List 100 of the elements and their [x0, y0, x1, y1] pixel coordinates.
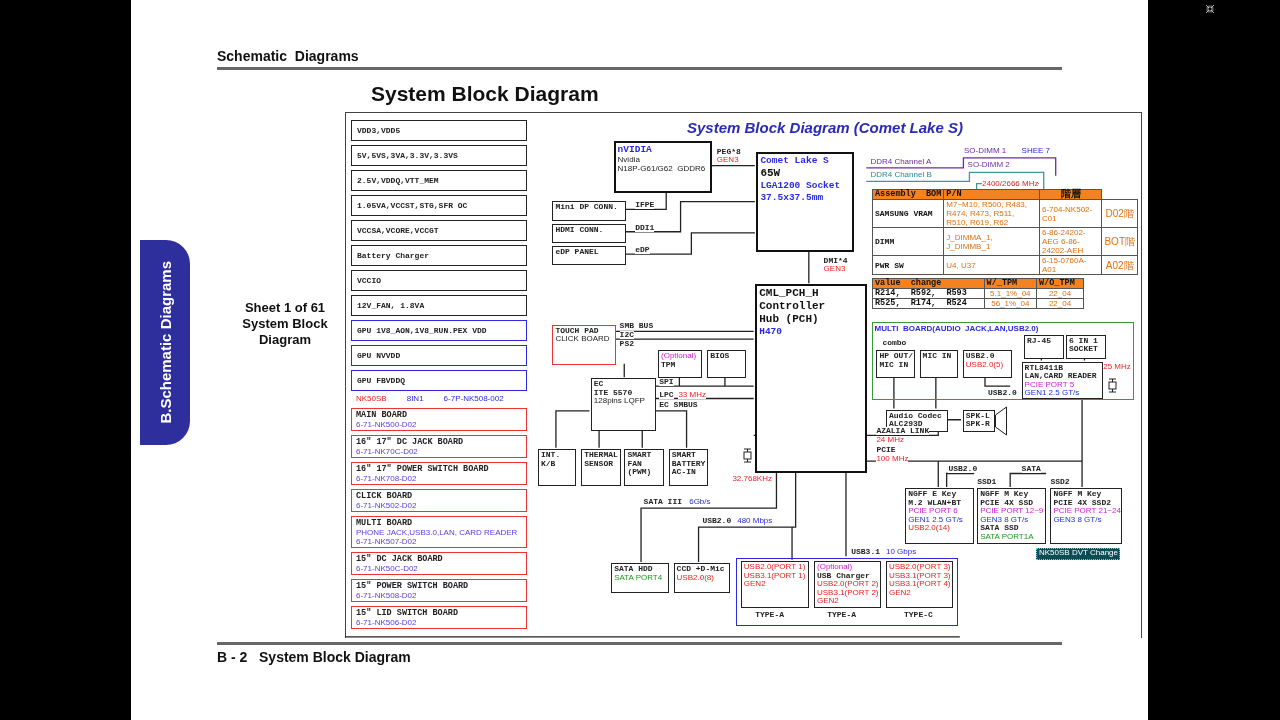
block-text: (Optional) — [661, 352, 698, 361]
table-cell: 5.1_1%_04 — [984, 288, 1037, 299]
block-text: N18P-G61/G62 GDDR6 — [617, 164, 707, 173]
block-text: TPM — [661, 360, 676, 370]
power-rail-block: 12V_FAN, 1.8VA — [351, 295, 527, 316]
table-header: W/_TPM — [984, 278, 1037, 289]
board-part-number: 6-71-NK50C-D02 — [356, 563, 419, 573]
table-cell: DIMM — [872, 227, 944, 256]
block-text: H470 — [759, 326, 783, 339]
signal-label: 33 MHz — [678, 390, 706, 399]
power-rail-block: VCCIO — [351, 270, 527, 291]
sheet-info: Diagram — [259, 332, 311, 348]
block-text: MULTI BOARD(AUDIO JACK,LAN,USB2.0) — [874, 324, 1040, 335]
block-text: ALC293D — [889, 420, 923, 429]
signal-label: 24 MHz — [876, 435, 904, 444]
block-text: USB3.1(PORT 3) — [889, 571, 951, 580]
table-cell: U4, U37 — [943, 255, 1040, 275]
board-part-number: 6-71-NK508-D02 — [356, 590, 418, 600]
block-text: GEN3 8 GT/s — [1053, 515, 1103, 525]
block-text: 65W — [760, 167, 782, 181]
signal-label: PS2 — [619, 340, 634, 349]
block-text: USB3.1(PORT 1) — [743, 571, 807, 580]
signal-label: USB2.0 — [702, 517, 732, 526]
crystal-icon — [1108, 378, 1117, 394]
block-text: Comet Lake S — [760, 155, 830, 168]
block-text: AC-IN — [671, 468, 697, 477]
signal-label: USB3.1 — [851, 547, 880, 556]
signal-label: SSD1 — [977, 478, 997, 487]
block-text: USB3.1(PORT 4) — [889, 580, 951, 589]
block-text: MIC IN — [922, 352, 953, 361]
signal-label: TYPE-A — [827, 611, 856, 620]
block-text: PCIE PORT 6 — [908, 507, 959, 516]
block-text: USB2.0 — [965, 352, 996, 361]
block-text: NGFF M Key — [980, 490, 1030, 499]
block-text: TOUCH PAD — [555, 326, 600, 336]
collapse-icon[interactable] — [1205, 4, 1215, 14]
block-text: GEN2 — [817, 597, 839, 606]
block-text: Controller — [759, 300, 827, 314]
block-text: (Optional) — [817, 563, 853, 571]
signal-label: TYPE-A — [755, 611, 784, 620]
block-text: NGFF E Key — [908, 490, 958, 499]
block-text: INT. — [541, 451, 562, 460]
power-rail-block: GPU 1V8_AON,1V8_RUN.PEX VDD — [351, 320, 527, 341]
crystal-icon — [743, 447, 753, 463]
block-text: eDP PANEL — [555, 248, 600, 257]
table-header: Assembly BOM — [872, 189, 944, 200]
power-rail-block: GPU FBVDDQ — [351, 370, 527, 391]
block-text: GEN2 — [889, 588, 911, 597]
table-header: value change — [872, 278, 985, 289]
table-header: P/N — [943, 189, 1040, 200]
block-text: NGFF M Key — [1053, 490, 1103, 499]
block-text: (PWM) — [627, 468, 653, 477]
block-text: BATTERY — [671, 459, 706, 468]
signal-label: PCIE — [876, 445, 896, 454]
signal-label: SATA — [1021, 464, 1041, 473]
signal-label: 25 MHz — [1103, 362, 1131, 371]
table-cell: 6-704-NK502-C01 — [1039, 199, 1102, 228]
board-set-label: NK50SB — [356, 395, 387, 404]
block-text: PCIE PORT 21~24 — [1053, 507, 1120, 516]
board-name: 15" LID SWITCH BOARD — [356, 607, 460, 618]
block-text: NK50SB DVT Change — [1039, 549, 1117, 558]
signal-label: DMI*4 — [823, 257, 848, 266]
signal-label: 32.768KHz — [732, 474, 772, 483]
signal-label: USB2.0 — [988, 388, 1017, 397]
block-text: Audio Codec — [889, 411, 943, 421]
board-name: CLICK BOARD — [356, 490, 414, 501]
block-text: Mini DP CONN. — [555, 203, 619, 212]
signal-label: SHEE 7 — [1021, 146, 1051, 155]
diagram-title: System Block Diagram (Comet Lake S) — [687, 119, 963, 136]
block-text: HP OUT/ — [879, 352, 912, 361]
board-name: MAIN BOARD — [356, 409, 408, 420]
signal-label: DDR4 Channel A — [870, 157, 932, 166]
board-note: PHONE JACK,USB3.0,LAN, CARD READER — [356, 527, 519, 537]
block-text: GEN2 — [743, 580, 766, 589]
sheet-info: Sheet 1 of 61 — [244, 300, 326, 316]
table-cell: R214, R592, R593 — [872, 288, 985, 299]
table-cell: 6-86-24202-AEG 6-86-24202-AEH — [1039, 227, 1102, 256]
table-cell: D02階 — [1101, 199, 1138, 228]
board-name: 15" DC JACK BOARD — [356, 553, 444, 564]
block-text: LAN,CARD READER — [1024, 372, 1098, 381]
board-part-number: 6-71-NK502-D02 — [356, 500, 418, 510]
table-cell: 22_04 — [1036, 298, 1084, 309]
block-text: PCIE PORT 5 — [1024, 380, 1076, 390]
sheet-info: System Block — [242, 316, 328, 332]
block-text: CML_PCH_H — [759, 287, 820, 301]
block-text: ITE 5570 — [593, 388, 634, 398]
board-part-number: 6-71-NK70C-D02 — [356, 446, 419, 456]
block-text: FAN — [627, 459, 643, 468]
block-text: SPK-R — [965, 420, 991, 429]
table-cell: 56_1%_04 — [984, 298, 1037, 309]
signal-label: 6Gb/s — [689, 498, 711, 507]
block-text: K/B — [541, 459, 557, 468]
block-text: GEN1 2.5 GT/s — [1024, 389, 1081, 398]
table-cell: BOT階 — [1101, 227, 1138, 256]
section-tab[interactable]: B.Schematic Diagrams — [140, 240, 190, 445]
signal-label: 2400/2666 MHz — [982, 180, 1039, 189]
table-cell: SAMSUNG VRAM — [872, 199, 944, 228]
board-part-number: 6-71-NK500-D02 — [356, 419, 418, 429]
block-text: EC — [593, 380, 605, 389]
block-text: SATA HDD — [614, 565, 654, 574]
